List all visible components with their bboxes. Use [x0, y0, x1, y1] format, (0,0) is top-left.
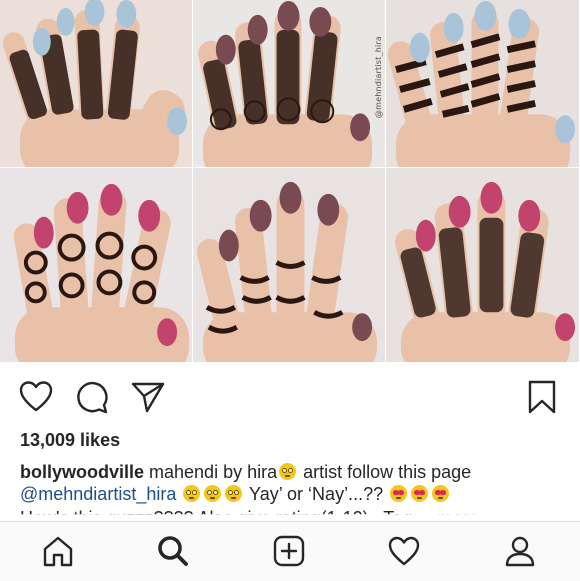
heart-outline-icon[interactable]	[18, 379, 54, 415]
watermark-text: @mehndiartist_hira	[374, 36, 383, 119]
caption-text: artist follow this page	[298, 462, 472, 482]
home-icon[interactable]	[41, 534, 75, 568]
speech-bubble-icon[interactable]	[74, 379, 110, 415]
bottom-navigation-bar	[0, 521, 580, 581]
caption-username[interactable]: bollywoodville	[20, 462, 144, 482]
photo-tile-1	[0, 0, 193, 168]
photo-tile-2: @mehndiartist_hira	[193, 0, 386, 168]
hand-photo	[193, 0, 385, 167]
hand-photo	[386, 168, 579, 362]
rolling-eyes-emoji-icon	[279, 463, 297, 480]
caption-text: Yay’ or ‘Nay’...??	[244, 484, 389, 504]
photo-tile-3	[386, 0, 580, 168]
rolling-eyes-emoji-icon	[204, 485, 222, 502]
paper-plane-icon[interactable]	[130, 379, 166, 415]
hand-photo	[386, 0, 579, 167]
rolling-eyes-emoji-icon	[225, 485, 243, 502]
heart-eyes-emoji-icon	[411, 485, 429, 502]
hand-photo	[0, 0, 192, 167]
plus-square-icon[interactable]	[272, 534, 306, 568]
caption-text: mahendi by hira	[144, 462, 278, 482]
heart-eyes-emoji-icon	[390, 485, 408, 502]
person-icon[interactable]	[503, 534, 537, 568]
hand-photo	[0, 168, 192, 362]
photo-tile-6	[386, 168, 580, 363]
heart-outline-icon[interactable]	[387, 534, 421, 568]
photo-tile-4	[0, 168, 193, 363]
likes-count[interactable]: 13,009 likes	[20, 430, 120, 451]
post-caption: bollywoodville mahendi by hira artist fo…	[20, 461, 565, 505]
post-photo-collage[interactable]: @mehndiartist_hira	[0, 0, 580, 363]
heart-eyes-emoji-icon	[432, 485, 450, 502]
bookmark-icon[interactable]	[526, 379, 558, 415]
photo-tile-5	[193, 168, 386, 363]
search-icon[interactable]	[156, 534, 190, 568]
caption-mention-link[interactable]: @mehndiartist_hira	[20, 484, 176, 504]
rolling-eyes-emoji-icon	[183, 485, 201, 502]
post-action-bar	[0, 363, 580, 428]
hand-photo	[193, 168, 385, 362]
